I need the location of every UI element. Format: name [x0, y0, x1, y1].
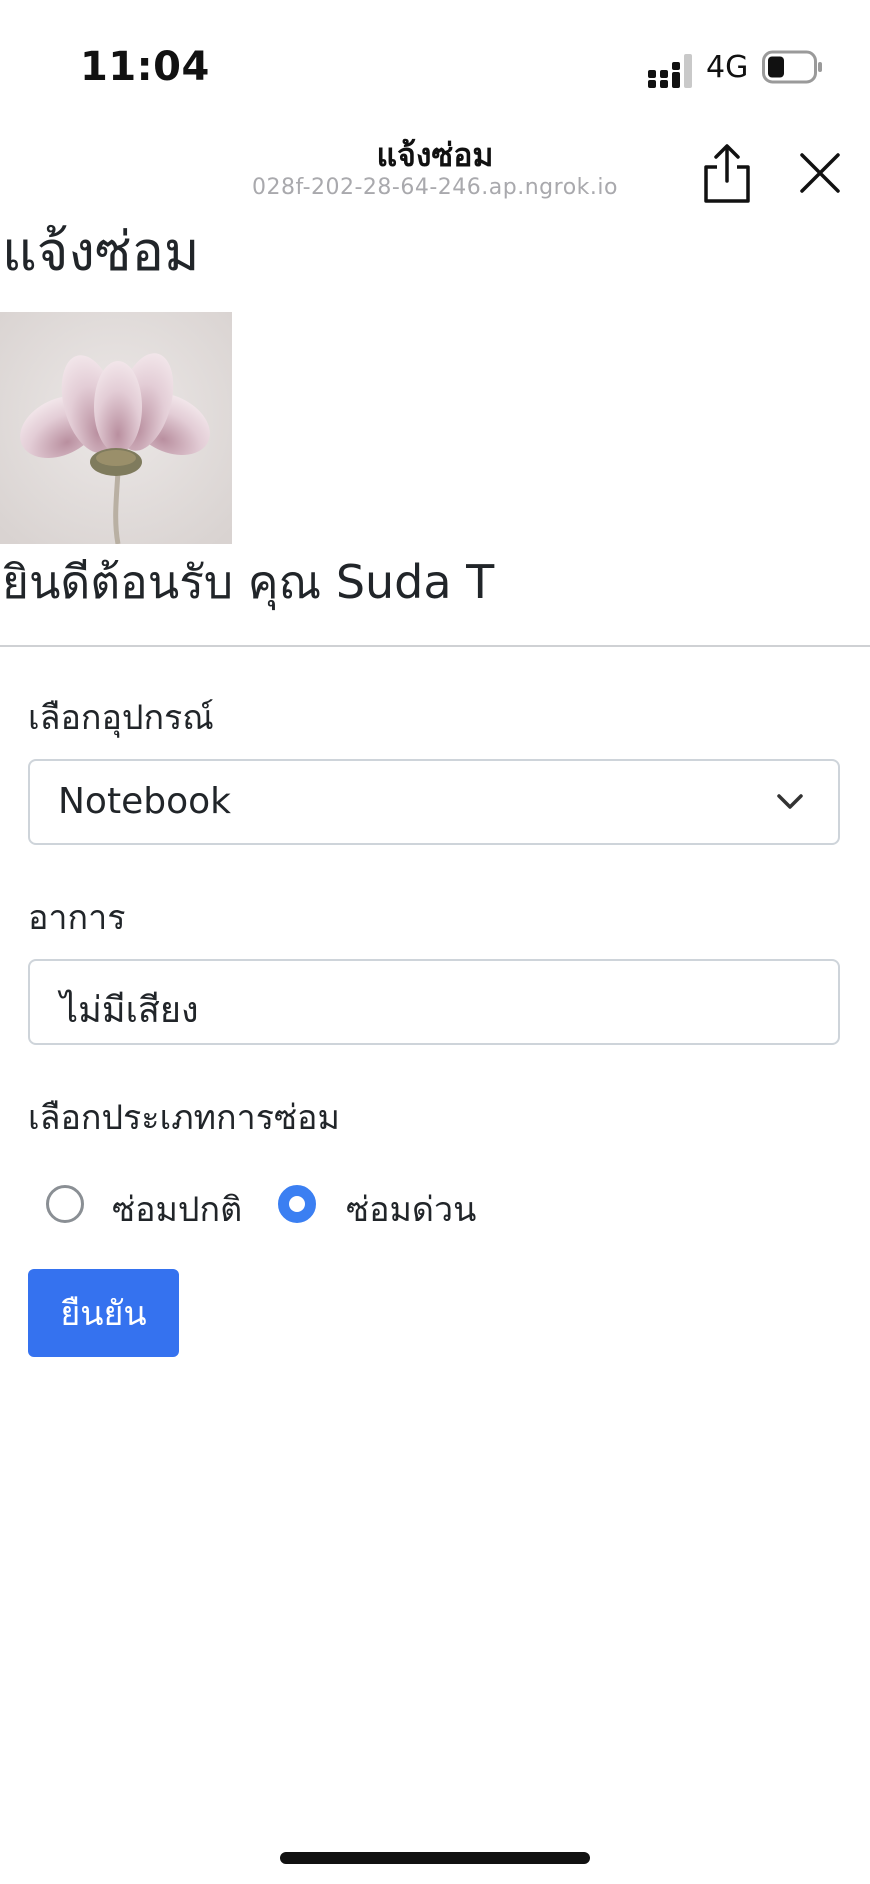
home-indicator — [280, 1852, 590, 1864]
radio-urgent-repair-label[interactable]: ซ่อมด่วน — [346, 1182, 476, 1236]
status-bar: 11:04 4G — [0, 0, 870, 130]
repair-type-label: เลือกประเภทการซ่อม — [28, 1098, 340, 1138]
symptom-input-value: ไม่มีเสียง — [60, 990, 199, 1031]
symptom-input[interactable]: ไม่มีเสียง — [28, 959, 840, 1045]
flower-image — [0, 312, 232, 544]
battery-icon — [762, 50, 822, 84]
chevron-down-icon — [777, 794, 803, 809]
cellular-signal-icon — [648, 54, 692, 88]
status-time: 11:04 — [80, 44, 210, 90]
welcome-message: ยินดีต้อนรับ คุณ Suda T — [2, 555, 495, 609]
radio-normal-repair-label[interactable]: ซ่อมปกติ — [112, 1182, 242, 1236]
device-select-value: Notebook — [58, 781, 231, 822]
page-heading: แจ้งซ่อม — [2, 220, 200, 283]
symptom-label: อาการ — [28, 898, 126, 938]
browser-header: แจ้งซ่อม 028f-202-28-64-246.ap.ngrok.io — [0, 125, 870, 210]
device-select[interactable]: Notebook — [28, 759, 840, 845]
confirm-button[interactable]: ยืนยัน — [28, 1269, 179, 1357]
close-icon[interactable] — [792, 145, 848, 201]
divider — [0, 645, 870, 647]
network-type: 4G — [706, 50, 749, 85]
share-icon[interactable] — [700, 143, 754, 205]
radio-normal-repair[interactable] — [46, 1185, 84, 1223]
device-label: เลือกอุปกรณ์ — [28, 698, 214, 738]
radio-urgent-repair[interactable] — [278, 1185, 316, 1223]
